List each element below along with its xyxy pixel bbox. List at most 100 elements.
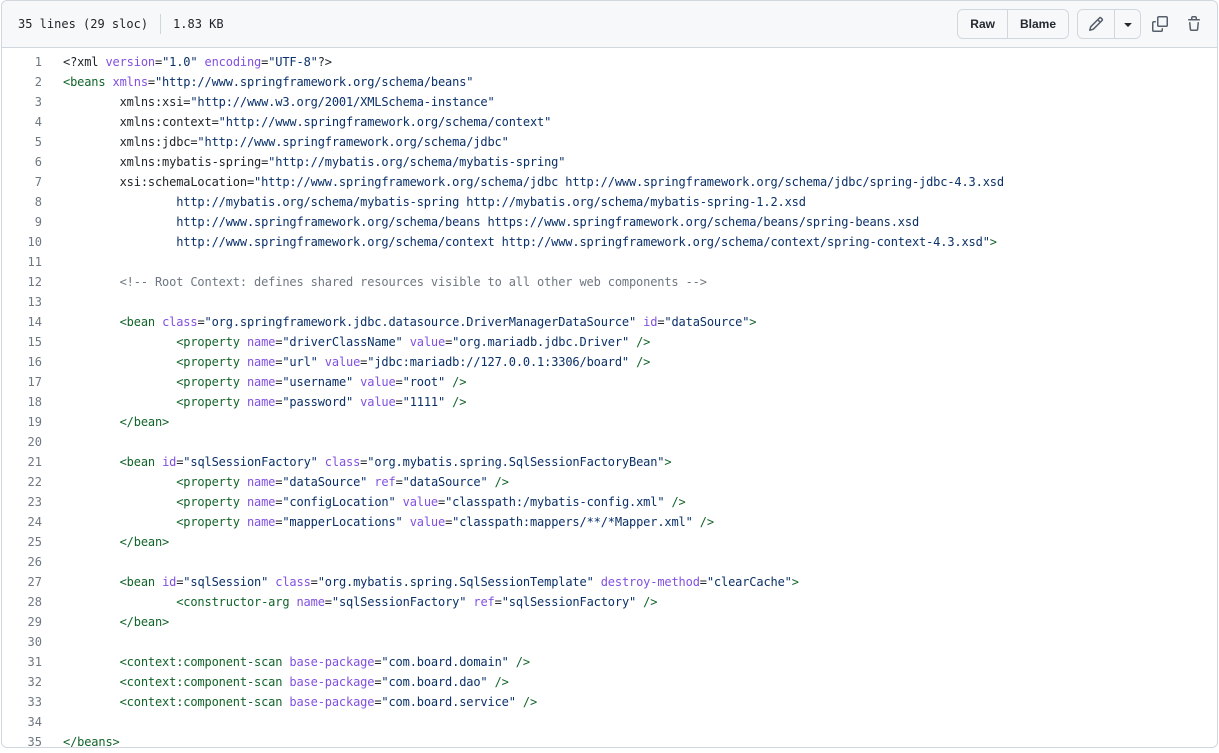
code-token: http://www.springframework.org/schema/be… xyxy=(63,215,920,229)
code-line: 5 xmlns:jdbc="http://www.springframework… xyxy=(2,132,1217,152)
code-token: "dataSource" xyxy=(282,475,368,489)
line-number[interactable]: 30 xyxy=(2,632,42,652)
code-token: name xyxy=(246,335,276,349)
copy-button[interactable] xyxy=(1145,9,1175,39)
line-number[interactable]: 12 xyxy=(2,272,42,292)
line-number[interactable]: 17 xyxy=(2,372,42,392)
code-token: "com.board.service" xyxy=(381,695,516,709)
line-number[interactable]: 9 xyxy=(2,212,42,232)
code-line: 24 <property name="mapperLocations" valu… xyxy=(2,512,1217,532)
line-number[interactable]: 35 xyxy=(2,732,42,747)
code-token: = xyxy=(154,55,163,69)
code-token: "sqlSessionFactory" xyxy=(501,595,637,609)
code-token: <!-- Root Context: defines shared resour… xyxy=(119,275,707,289)
code-token: value xyxy=(360,375,396,389)
line-number[interactable]: 33 xyxy=(2,692,42,712)
line-number[interactable]: 14 xyxy=(2,312,42,332)
code-token: "sqlSession" xyxy=(183,575,269,589)
line-number[interactable]: 3 xyxy=(2,92,42,112)
code-token: class xyxy=(162,315,198,329)
code-token: value xyxy=(402,495,439,509)
code-line: 22 <property name="dataSource" ref="data… xyxy=(2,472,1217,492)
line-number[interactable]: 21 xyxy=(2,452,42,472)
code-token: http://mybatis.org/schema/mybatis-spring… xyxy=(63,195,806,209)
line-number[interactable]: 34 xyxy=(2,712,42,732)
code-token: <bean xyxy=(119,575,163,589)
line-number[interactable]: 20 xyxy=(2,432,42,452)
line-number[interactable]: 16 xyxy=(2,352,42,372)
code-token: "clearCache" xyxy=(706,575,792,589)
code-line: 13 xyxy=(2,292,1217,312)
line-number[interactable]: 28 xyxy=(2,592,42,612)
line-number[interactable]: 13 xyxy=(2,292,42,312)
line-number[interactable]: 6 xyxy=(2,152,42,172)
line-number[interactable]: 32 xyxy=(2,672,42,692)
line-number[interactable]: 7 xyxy=(2,172,42,192)
code-token: "driverClassName" xyxy=(282,335,403,349)
code-line: 20 xyxy=(2,432,1217,452)
line-number[interactable]: 23 xyxy=(2,492,42,512)
line-number[interactable]: 8 xyxy=(2,192,42,212)
code-token: encoding xyxy=(204,55,262,69)
line-number[interactable]: 22 xyxy=(2,472,42,492)
code-token: destroy-method xyxy=(600,575,700,589)
line-number[interactable]: 10 xyxy=(2,232,42,252)
code-token: "UTF-8" xyxy=(268,55,318,69)
line-number[interactable]: 27 xyxy=(2,572,42,592)
code-token: /> xyxy=(445,375,467,389)
code-token: = xyxy=(699,575,707,589)
line-number[interactable]: 31 xyxy=(2,652,42,672)
code-token: version xyxy=(105,55,155,69)
code-line: 32 <context:component-scan base-package=… xyxy=(2,672,1217,692)
delete-button[interactable] xyxy=(1179,9,1209,39)
code-token: name xyxy=(296,595,325,609)
line-content xyxy=(42,632,63,652)
edit-options-button[interactable] xyxy=(1114,10,1140,38)
code-token: </bean> xyxy=(119,415,170,429)
line-content: xsi:schemaLocation="http://www.springfra… xyxy=(42,172,1004,192)
code-token: xmlns:mybatis-spring= xyxy=(63,155,269,169)
edit-button[interactable] xyxy=(1078,10,1114,38)
line-number[interactable]: 29 xyxy=(2,612,42,632)
line-content: <property name="url" value="jdbc:mariadb… xyxy=(42,352,650,372)
code-token: /> xyxy=(629,335,651,349)
code-line: 2 <beans xmlns="http://www.springframewor… xyxy=(2,72,1217,92)
file-size: 1.83 KB xyxy=(173,17,224,31)
line-number[interactable]: 19 xyxy=(2,412,42,432)
line-number[interactable]: 24 xyxy=(2,512,42,532)
code-token: <context:component-scan xyxy=(119,655,290,669)
line-content: <beans xmlns="http://www.springframework… xyxy=(42,72,473,92)
file-actions: Raw Blame xyxy=(957,9,1209,39)
code-line: 18 <property name="password" value="1111… xyxy=(2,392,1217,412)
code-token: "root" xyxy=(402,375,446,389)
line-number[interactable]: 25 xyxy=(2,532,42,552)
line-number[interactable]: 5 xyxy=(2,132,42,152)
line-number[interactable]: 1 xyxy=(2,52,42,72)
line-number[interactable]: 18 xyxy=(2,392,42,412)
line-number[interactable]: 15 xyxy=(2,332,42,352)
line-number[interactable]: 4 xyxy=(2,112,42,132)
code-token: "org.mariadb.jdbc.Driver" xyxy=(452,335,630,349)
code-line: 21 <bean id="sqlSessionFactory" class="o… xyxy=(2,452,1217,472)
line-content: <?xml version="1.0" encoding="UTF-8"?> xyxy=(42,52,332,72)
code-token: <property xyxy=(176,335,247,349)
code-token: > xyxy=(989,235,997,249)
code-token: <context:component-scan xyxy=(119,675,290,689)
code-token: "configLocation" xyxy=(282,495,396,509)
code-token: = xyxy=(395,475,403,489)
line-content: <context:component-scan base-package="co… xyxy=(42,672,509,692)
raw-button[interactable]: Raw xyxy=(958,10,1007,38)
line-content: <property name="username" value="root" /… xyxy=(42,372,466,392)
code-token: "http://www.springframework.org/schema/j… xyxy=(254,175,1004,189)
blame-button[interactable]: Blame xyxy=(1006,10,1068,38)
line-number[interactable]: 11 xyxy=(2,252,42,272)
line-number[interactable]: 26 xyxy=(2,552,42,572)
line-number[interactable]: 2 xyxy=(2,72,42,92)
line-content: <property name="password" value="1111" /… xyxy=(42,392,466,412)
code-token: "sqlSessionFactory" xyxy=(331,595,467,609)
code-token: id xyxy=(643,315,658,329)
